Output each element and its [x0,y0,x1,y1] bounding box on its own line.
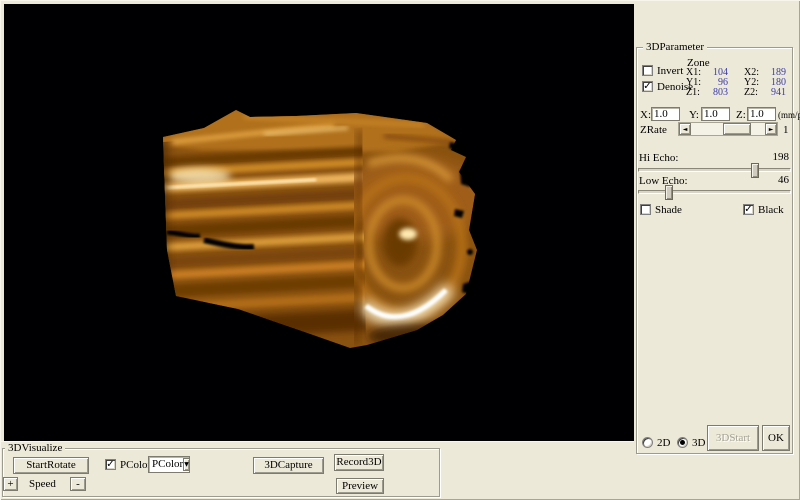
hi-echo-value: 198 [773,151,790,163]
app-window: { "colors": { "panel_bg": "#ece9d8", "vi… [0,0,800,500]
black-checkbox-box[interactable]: ✓ [743,204,754,215]
low-echo-slider[interactable] [638,190,791,194]
hi-echo-slider[interactable] [638,168,791,172]
scale-x-label: X: [640,109,651,121]
3dstart-button[interactable]: 3DStart [707,425,759,451]
3dcapture-button[interactable]: 3DCapture [253,457,324,474]
zrate-scroll-left-icon[interactable]: ◄ [679,123,691,135]
shade-checkbox-label: Shade [655,204,682,216]
record3d-button[interactable]: Record3D [334,454,384,471]
zrate-scroll-right-icon[interactable]: ► [765,123,777,135]
shade-checkbox-box[interactable] [640,204,651,215]
visualize-group-title: 3DVisualize [5,442,65,454]
speed-increase-button[interactable]: + [3,477,18,491]
low-echo-slider-thumb[interactable] [665,185,673,200]
3d-viewport[interactable] [4,4,634,441]
zone-values-grid: X1: 104 X2: 189 Y1: 96 Y2: 180 Z1: 803 Z… [686,68,786,98]
zrate-label: ZRate [640,124,667,136]
speed-decrease-button[interactable]: - [70,477,86,491]
zone-z2-value: 941 [762,88,786,98]
black-checkbox[interactable]: ✓ Black [743,204,784,216]
mode-2d-radio[interactable]: 2D [642,437,670,449]
zrate-scrollbar-thumb[interactable] [723,123,751,135]
scale-y-input[interactable] [701,107,730,121]
pcolor-dropdown-value: PColor [149,457,183,472]
mode-2d-radio-circle[interactable] [642,437,653,448]
pcolor-checkbox-label: PColor [120,459,151,471]
invert-checkbox-box[interactable] [642,65,653,76]
scale-z-label: Z: [736,109,746,121]
mode-3d-radio-circle[interactable] [677,437,688,448]
denoise-checkbox-box[interactable]: ✓ [642,81,653,92]
pcolor-checkbox[interactable]: ✓ PColor [105,459,151,471]
scale-z-input[interactable] [747,107,776,121]
zone-z2-label: Z2: [744,88,762,98]
hi-echo-label: Hi Echo: [639,152,678,164]
ok-button[interactable]: OK [762,425,790,451]
shade-checkbox[interactable]: Shade [640,204,682,216]
mode-3d-radio-label: 3D [692,437,705,449]
start-rotate-button[interactable]: StartRotate [13,457,89,474]
scale-unit-label: (mm/p) [778,110,800,120]
low-echo-value: 46 [778,174,789,186]
scale-y-label: Y: [689,109,699,121]
invert-checkbox[interactable]: Invert [642,65,683,77]
preview-button[interactable]: Preview [336,478,384,494]
zone-z1-value: 803 [704,88,728,98]
mode-3d-radio[interactable]: 3D [677,437,705,449]
volume-render-image [4,4,634,441]
pcolor-dropdown[interactable]: PColor ▼ [148,456,190,473]
invert-checkbox-label: Invert [657,65,683,77]
pcolor-dropdown-arrow-icon[interactable]: ▼ [183,458,190,471]
speed-label: Speed [29,478,56,490]
zone-z1-label: Z1: [686,88,704,98]
scale-x-input[interactable] [651,107,680,121]
pcolor-checkbox-box[interactable]: ✓ [105,459,116,470]
black-checkbox-label: Black [758,204,784,216]
hi-echo-slider-thumb[interactable] [751,163,759,178]
zrate-scrollbar[interactable]: ◄ ► [678,122,778,136]
parameter-group-title: 3DParameter [643,41,707,53]
low-echo-label: Low Echo: [639,175,688,187]
visualize-panel: 3DVisualize StartRotate + Speed - ✓ PCol… [1,441,634,499]
mode-2d-radio-label: 2D [657,437,670,449]
parameter-groupbox: 3DParameter Invert ✓ Denoise Zone X1: 10… [636,47,793,454]
zrate-value: 1 [783,124,789,136]
